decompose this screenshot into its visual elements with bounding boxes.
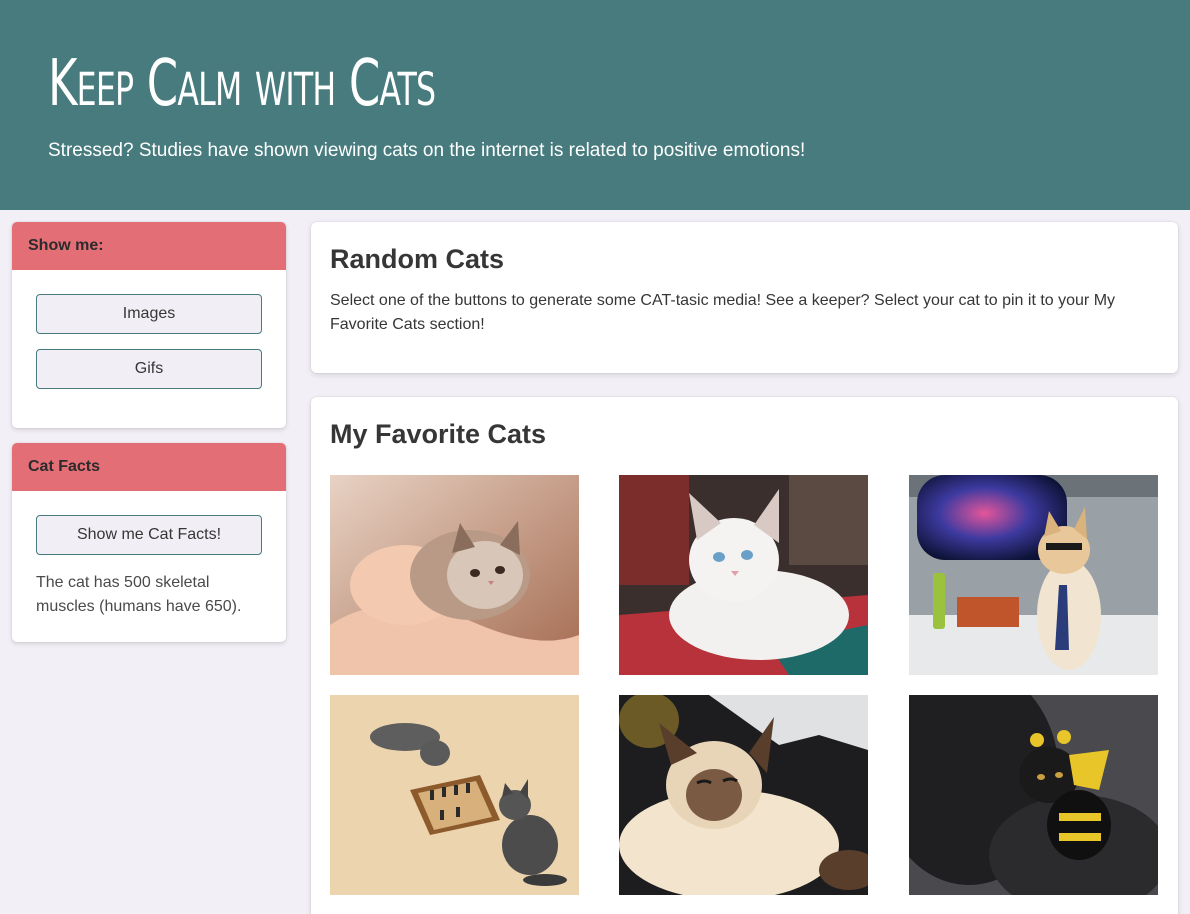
page-title: Keep Calm with Cats [48,47,436,121]
cat-facts-panel: Cat Facts Show me Cat Facts! The cat has… [12,443,286,642]
siamese-cat-relaxing-photo[interactable] [619,695,868,895]
hero-banner: Keep Calm with Cats Stressed? Studies ha… [0,0,1190,210]
images-button[interactable]: Images [36,294,262,334]
gifs-button[interactable]: Gifs [36,349,262,389]
random-cats-title: Random Cats [330,244,505,274]
random-cats-description: Select one of the buttons to generate so… [330,292,1116,333]
favorite-cats-card: My Favorite Cats [311,397,1178,914]
random-cats-card: Random Cats Select one of the buttons to… [311,222,1178,373]
show-me-panel: Show me: Images Gifs [12,222,286,428]
cat-in-tie-space-window-photo[interactable] [909,475,1158,675]
cat-in-bee-costume-photo[interactable] [909,695,1158,895]
cat-facts-heading: Cat Facts [12,443,286,491]
page-subtitle: Stressed? Studies have shown viewing cat… [48,140,806,161]
kittens-playing-chess-photo[interactable] [330,695,579,895]
cat-fact-text: The cat has 500 skeletal muscles (humans… [36,574,242,615]
kitten-in-hand-photo[interactable] [330,475,579,675]
show-cat-facts-button[interactable]: Show me Cat Facts! [36,515,262,555]
show-me-heading: Show me: [12,222,286,270]
white-cat-lying-photo[interactable] [619,475,868,675]
favorite-cats-title: My Favorite Cats [330,419,547,449]
